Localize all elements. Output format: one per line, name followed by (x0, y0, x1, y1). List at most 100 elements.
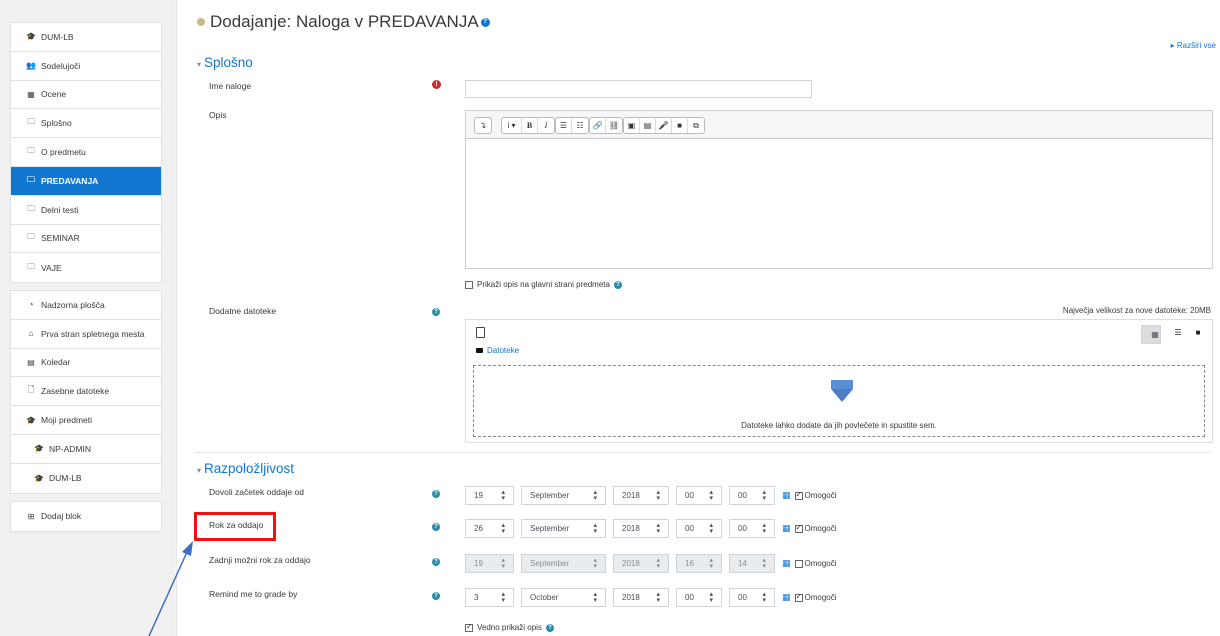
show-description-checkbox[interactable] (465, 280, 473, 289)
month-select[interactable]: September ▴ ▾ (521, 519, 606, 538)
year-select[interactable]: 2018 ▴ ▾ (613, 588, 669, 607)
sidebar-item-vaje[interactable]: 🗀 VAJE (11, 253, 161, 282)
date-selector-row: 3 ▴▾ October ▴▾ 2018 ▴▾ 00 ▴▾ 00 ▴▾ ▦ Omogoči (465, 588, 837, 607)
month-select[interactable]: October ▴ ▾ (521, 588, 606, 607)
sidebar-item-prva-stran-spletnega-mesta[interactable]: ⌂ Prva stran spletnega mesta (11, 320, 161, 349)
section-availability-toggle[interactable]: ▾ Razpoložljivost (197, 461, 294, 476)
sidebar-item-o-predmetu[interactable]: 🗀 O predmetu (11, 138, 161, 167)
enable-toggle[interactable]: Omogoči (794, 559, 837, 568)
list-view-icon[interactable]: ☰ (1168, 325, 1188, 339)
add-file-icon[interactable] (476, 327, 485, 338)
description-editor[interactable]: ↴ i ▾ B I ☰ ☷ 🔗 ⛓ ▣ ▤ 🎤 ■ ⧉ (465, 110, 1213, 269)
day-select[interactable]: 26 ▴ ▾ (465, 519, 514, 538)
enable-checkbox[interactable] (794, 490, 803, 500)
editor-text-area[interactable] (466, 139, 1212, 268)
italic-icon[interactable]: I (538, 118, 554, 133)
day-select-value: 26 (474, 524, 483, 533)
media-icon[interactable]: ▤ (640, 118, 656, 133)
calendar-icon[interactable]: ▦ (782, 490, 791, 501)
hour-select[interactable]: 00 ▴ ▾ (676, 519, 722, 538)
sidebar-item-label: Koledar (41, 357, 71, 368)
expand-all-link[interactable]: ▸ Razširi vse (1171, 41, 1216, 50)
icons-view-icon[interactable]: ▦ (1141, 325, 1161, 344)
sidebar-item-predavanja[interactable]: 🗀 PREDAVANJA (11, 166, 161, 196)
year-select-value: 2018 (622, 491, 640, 500)
record-audio-icon[interactable]: 🎤 (656, 118, 672, 133)
toolbar-group: ↴ (474, 117, 492, 134)
page-title: Dodajanje: Naloga v PREDAVANJA ? (197, 12, 490, 32)
enable-checkbox[interactable] (794, 592, 803, 602)
sidebar-item-koledar[interactable]: ▤ Koledar (11, 349, 161, 378)
always-show-description-option[interactable]: Vedno prikaži opis ? (465, 622, 554, 632)
hour-select[interactable]: 00 ▴ ▾ (676, 588, 722, 607)
sidebar-item-seminar[interactable]: 🗀 SEMINAR (11, 225, 161, 254)
select-arrows-icon: ▴ ▾ (501, 489, 505, 502)
image-icon[interactable]: ▣ (624, 118, 640, 133)
unordered-list-icon[interactable]: ☰ (556, 118, 572, 133)
sidebar-item-nadzorna-plosca[interactable]: ◔ Nadzorna plošča (11, 291, 161, 320)
help-icon[interactable]: ? (432, 592, 440, 600)
enable-toggle[interactable]: Omogoči (794, 490, 837, 500)
year-select-value: 2018 (622, 524, 640, 533)
day-select[interactable]: 3 ▴ ▾ (465, 588, 514, 607)
day-select-value: 3 (474, 593, 479, 602)
help-icon[interactable]: ? (545, 623, 554, 632)
help-icon[interactable]: ? (432, 523, 440, 531)
section-general-toggle[interactable]: ▾ Splošno (197, 55, 253, 70)
help-icon[interactable]: ? (613, 280, 622, 289)
help-icon[interactable]: ? (432, 558, 440, 566)
sidebar-item-splosno[interactable]: 🗀 Splošno (11, 109, 161, 139)
ordered-list-icon[interactable]: ☷ (572, 118, 588, 133)
day-select[interactable]: 19 ▴ ▾ (465, 486, 514, 505)
enable-checkbox[interactable] (794, 559, 803, 568)
sidebar-item-ocene[interactable]: ▦ Ocene (11, 81, 161, 110)
show-description-option[interactable]: Prikaži opis na glavni strani predmeta ? (465, 280, 622, 289)
unlink-icon[interactable]: ⛓ (606, 118, 622, 133)
help-icon[interactable]: ? (432, 490, 440, 498)
year-select[interactable]: 2018 ▴ ▾ (613, 519, 669, 538)
link-icon[interactable]: 🔗 (590, 118, 606, 133)
sidebar-item-delni-testi[interactable]: 🗀 Delni testi (11, 196, 161, 225)
record-video-icon[interactable]: ■ (672, 118, 688, 133)
calendar-icon[interactable]: ▦ (782, 592, 791, 603)
expand-all-label: Razširi vse (1176, 41, 1216, 50)
manage-files-icon[interactable]: ⧉ (688, 118, 704, 133)
calendar-icon[interactable]: ▦ (782, 558, 791, 569)
minute-select[interactable]: 00 ▴ ▾ (729, 588, 775, 607)
sidebar-item-dum-lb[interactable]: 🎓 DUM-LB (11, 464, 161, 493)
hour-select[interactable]: 00 ▴ ▾ (676, 486, 722, 505)
year-select[interactable]: 2018 ▴ ▾ (613, 486, 669, 505)
table-icon: ▦ (27, 89, 35, 99)
title-help-icon[interactable]: ? (480, 17, 490, 27)
enable-toggle[interactable]: Omogoči (794, 523, 837, 533)
toolbar-group: ☰ ☷ (555, 117, 589, 134)
assignment-name-input[interactable] (465, 80, 812, 98)
bold-icon[interactable]: B (522, 118, 538, 133)
calendar-icon[interactable]: ▦ (782, 523, 791, 534)
always-show-description-checkbox[interactable] (465, 622, 473, 632)
enable-label: Omogoči (804, 524, 837, 533)
enable-label: Omogoči (804, 593, 837, 602)
sidebar-item-dum-lb[interactable]: 🎓 DUM-LB (11, 23, 161, 52)
enable-toggle[interactable]: Omogoči (794, 592, 837, 602)
sidebar: 🎓 DUM-LB 👥 Sodelujoči ▦ Ocene 🗀 Splošno 🗀 O predm… (0, 0, 175, 636)
sidebar-item-label: DUM-LB (49, 473, 82, 484)
show-more-buttons-icon[interactable]: ↴ (475, 118, 491, 133)
minute-select-value: 00 (738, 524, 747, 533)
minute-select[interactable]: 00 ▴ ▾ (729, 519, 775, 538)
paragraph-styles-button[interactable]: i ▾ (502, 118, 522, 133)
minute-select[interactable]: 00 ▴ ▾ (729, 486, 775, 505)
sidebar-item-np-admin[interactable]: 🎓 NP-ADMIN (11, 435, 161, 464)
sidebar-item-sodelujoci[interactable]: 👥 Sodelujoči (11, 52, 161, 81)
help-icon[interactable]: ? (432, 308, 440, 316)
file-path-breadcrumb[interactable]: Datoteke (476, 346, 519, 355)
folder-icon: 🗀 (27, 261, 35, 271)
add-block-button[interactable]: ⊞ Dodaj blok (11, 502, 161, 531)
file-dropzone[interactable]: Datoteke lahko dodate da jih povlečete i… (473, 365, 1205, 437)
sidebar-item-zasebne-datoteke[interactable]: 🗋 Zasebne datoteke (11, 377, 161, 407)
enable-checkbox[interactable] (794, 523, 803, 533)
month-select[interactable]: September ▴ ▾ (521, 486, 606, 505)
sidebar-item-moji-predmeti[interactable]: 🎓 Moji predmeti (11, 406, 161, 435)
select-arrows-icon: ▴ ▾ (656, 522, 660, 535)
tree-view-icon[interactable]: ■ (1188, 325, 1208, 339)
